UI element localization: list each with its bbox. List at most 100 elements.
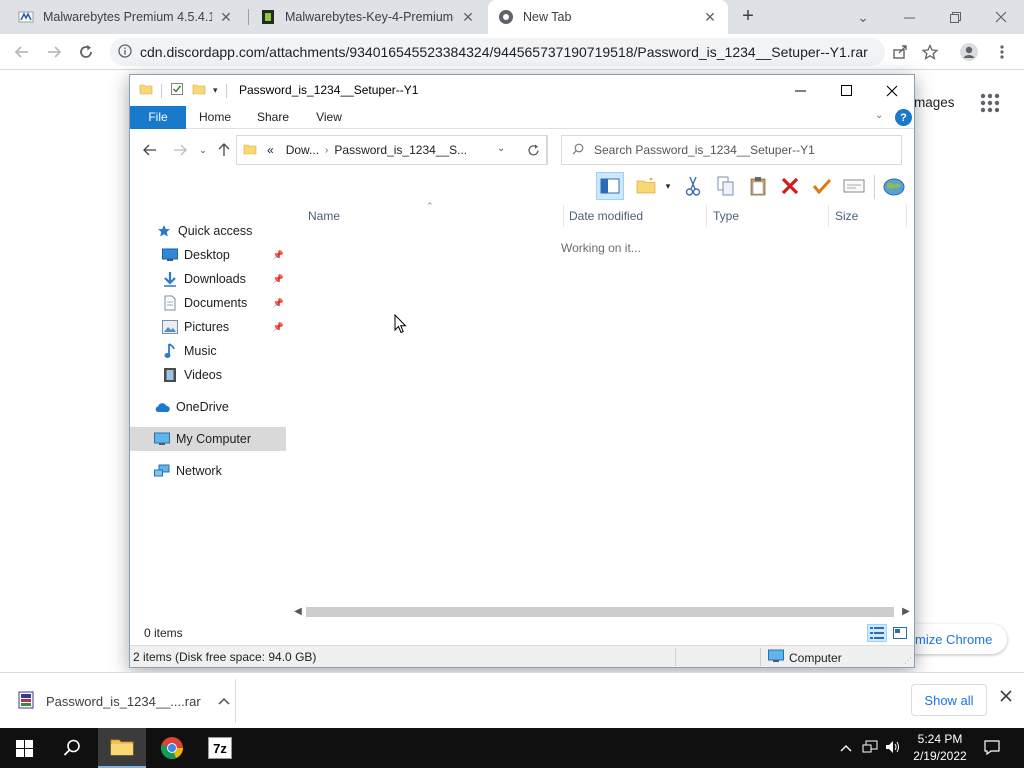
explorer-close-button[interactable] [869, 75, 915, 106]
nav-my-computer[interactable]: My Computer [130, 427, 286, 451]
search-taskbar-icon[interactable] [48, 728, 96, 768]
details-view-icon[interactable] [867, 624, 887, 642]
properties-icon[interactable] [170, 82, 184, 99]
customize-chrome-button[interactable]: mize Chrome [905, 624, 1007, 654]
nav-item-pictures[interactable]: Pictures 📌 [162, 315, 284, 339]
nav-item-documents[interactable]: Documents 📌 [162, 291, 284, 315]
nav-onedrive[interactable]: OneDrive [154, 395, 229, 419]
browser-tab-key[interactable]: Malwarebytes-Key-4-Premium-W ✕ [250, 0, 486, 34]
file-explorer-taskbar-icon[interactable] [98, 728, 146, 768]
profile-avatar-icon[interactable] [957, 40, 981, 64]
cut-icon[interactable] [679, 172, 707, 200]
close-tab-icon[interactable]: ✕ [460, 9, 476, 26]
nav-network[interactable]: Network [154, 459, 222, 483]
breadcrumb-current-folder[interactable]: Password_is_1234__S... [334, 143, 467, 157]
recent-locations-icon[interactable]: ⌄ [193, 141, 213, 159]
large-icons-view-icon[interactable] [890, 624, 910, 642]
browser-tab-new-tab[interactable]: New Tab ✕ [488, 0, 728, 34]
scroll-left-icon[interactable]: ◀ [292, 603, 304, 620]
taskbar-clock[interactable]: 5:24 PM 2/19/2022 [905, 731, 975, 765]
explorer-forward-button[interactable] [170, 141, 190, 159]
explorer-maximize-button[interactable] [823, 75, 869, 106]
loading-status: Working on it... [561, 241, 641, 255]
column-header-size[interactable]: Size [829, 205, 907, 227]
share-icon[interactable] [888, 40, 912, 64]
scroll-right-icon[interactable]: ▶ [900, 603, 912, 620]
minimize-button[interactable] [886, 0, 932, 34]
scrollbar-thumb[interactable] [306, 607, 894, 617]
ribbon-tab-home[interactable]: Home [192, 106, 238, 129]
browser-tab-malwarebytes[interactable]: Malwarebytes Premium 4.5.4.168 ✕ [8, 0, 244, 34]
google-apps-icon[interactable] [980, 93, 1000, 113]
close-window-button[interactable] [978, 0, 1024, 34]
show-hidden-icons-icon[interactable] [838, 740, 854, 756]
nav-item-music[interactable]: Music [162, 339, 217, 363]
column-header-date-modified[interactable]: Date modified [563, 205, 707, 227]
search-placeholder: Search Password_is_1234__Setuper--Y1 [594, 143, 815, 157]
videos-icon [162, 367, 178, 383]
address-dropdown-icon[interactable]: ⌄ [497, 143, 505, 154]
nav-item-desktop[interactable]: Desktop 📌 [162, 243, 284, 267]
tab-search-icon[interactable]: ⌄ [840, 0, 886, 34]
forward-button[interactable] [42, 40, 66, 64]
column-header-type[interactable]: Type [707, 205, 829, 227]
breadcrumb-overflow[interactable]: « [267, 143, 274, 157]
show-all-downloads-button[interactable]: Show all [911, 684, 987, 716]
rename-check-icon[interactable] [808, 172, 836, 200]
nav-item-videos[interactable]: Videos [162, 363, 222, 387]
pin-icon[interactable]: 📌 [273, 274, 284, 285]
paste-icon[interactable] [744, 172, 772, 200]
chevron-up-icon[interactable] [213, 694, 235, 708]
new-folder-icon[interactable] [192, 82, 206, 99]
explorer-minimize-button[interactable] [777, 75, 823, 106]
explorer-search-box[interactable]: Search Password_is_1234__Setuper--Y1 [561, 135, 902, 165]
music-note-icon [162, 343, 178, 359]
chrome-taskbar-icon[interactable] [148, 728, 196, 768]
horizontal-scrollbar[interactable]: ◀ ▶ [292, 603, 914, 620]
breadcrumb-downloads[interactable]: Dow... [286, 143, 319, 157]
up-button[interactable] [214, 141, 234, 159]
cloud-icon [154, 399, 170, 415]
new-item-dropdown-icon[interactable]: ▾ [660, 172, 676, 200]
nav-item-downloads[interactable]: Downloads 📌 [162, 267, 284, 291]
chrome-menu-icon[interactable] [990, 40, 1014, 64]
customize-qat-icon[interactable]: ▾ [213, 85, 218, 96]
site-info-icon[interactable] [118, 43, 132, 61]
ribbon-tab-file[interactable]: File [130, 106, 186, 129]
new-tab-button[interactable]: + [737, 6, 759, 28]
google-images-link[interactable]: mages [914, 95, 955, 110]
nav-quick-access[interactable]: Quick access [156, 219, 252, 243]
ribbon-tab-view[interactable]: View [306, 106, 352, 129]
bookmark-star-icon[interactable] [918, 40, 942, 64]
refresh-button[interactable] [519, 135, 548, 165]
copy-icon[interactable] [712, 172, 740, 200]
preview-pane-icon[interactable] [596, 172, 624, 200]
7zip-taskbar-icon[interactable]: 7z [196, 728, 244, 768]
network-tray-icon[interactable] [862, 740, 878, 756]
address-bar[interactable]: cdn.discordapp.com/attachments/934016545… [110, 38, 885, 66]
close-tab-icon[interactable]: ✕ [702, 9, 718, 26]
delete-icon[interactable] [776, 172, 804, 200]
new-folder-tool-icon[interactable] [633, 172, 661, 200]
globe-icon[interactable] [880, 172, 908, 200]
volume-tray-icon[interactable] [885, 740, 901, 756]
reload-button[interactable] [74, 40, 98, 64]
restore-button[interactable] [932, 0, 978, 34]
pin-icon[interactable]: 📌 [273, 298, 284, 309]
close-download-shelf-icon[interactable] [998, 690, 1014, 706]
download-item[interactable]: Password_is_1234__....rar [8, 679, 236, 723]
properties-tool-icon[interactable] [840, 172, 868, 200]
ribbon-tab-share[interactable]: Share [250, 106, 296, 129]
close-tab-icon[interactable]: ✕ [218, 9, 234, 26]
help-icon[interactable]: ? [895, 109, 912, 126]
pin-icon[interactable]: 📌 [273, 250, 284, 261]
chrome-favicon-icon [498, 9, 514, 25]
action-center-icon[interactable] [984, 740, 1000, 756]
resize-grip-icon[interactable]: ⋰ [904, 656, 912, 665]
column-header-name[interactable]: Name [302, 205, 564, 227]
expand-ribbon-icon[interactable]: ⌄ [875, 110, 883, 121]
start-button[interactable] [0, 728, 48, 768]
explorer-back-button[interactable] [140, 141, 160, 159]
pin-icon[interactable]: 📌 [273, 322, 284, 333]
back-button[interactable] [10, 40, 34, 64]
